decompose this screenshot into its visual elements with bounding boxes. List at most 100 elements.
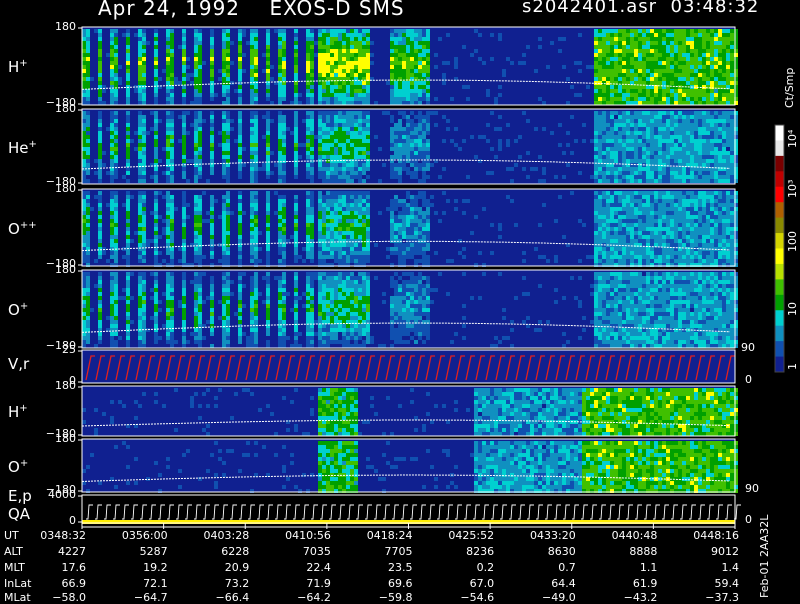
panel-7-label: E,p	[8, 489, 32, 504]
footer-cell: −58.0	[26, 592, 86, 604]
panel-3-charge: +	[20, 301, 28, 312]
panel-4-label: V,r	[8, 357, 29, 372]
panel-7-label2: QA	[8, 507, 30, 522]
panel-7-ymax: 4000	[42, 489, 76, 500]
footer-row-name-2: MLT	[4, 562, 25, 574]
panel-5-charge: +	[19, 403, 27, 414]
colorbar-tick-0: 10⁴	[786, 130, 799, 148]
panel-0-label: H+	[8, 56, 28, 75]
panel-6-heatmap	[82, 439, 738, 493]
panel-6-label: O+	[8, 456, 28, 475]
footer-cell: 72.1	[108, 578, 168, 590]
colorbar-segment	[775, 310, 784, 326]
footer-cell: −64.7	[108, 592, 168, 604]
footer-cell: 73.2	[189, 578, 249, 590]
footer-cell: 59.4	[679, 578, 739, 590]
footer-cell: 67.0	[434, 578, 494, 590]
footer-cell: 0.2	[434, 562, 494, 574]
panel-7-species: E,p	[8, 487, 32, 505]
panel-2-heatmap	[82, 189, 738, 267]
colorbar-tick-1: 10³	[786, 180, 799, 198]
footer-cell: 22.4	[271, 562, 331, 574]
footer-cell: 19.2	[108, 562, 168, 574]
panel-1-heatmap	[82, 109, 738, 184]
footer-cell: 0410:56	[271, 530, 331, 542]
footer-cell: 64.4	[516, 578, 576, 590]
footer-cell: 20.9	[189, 562, 249, 574]
panel-6-ymax: 180	[42, 433, 76, 444]
footer-cell: 1.4	[679, 562, 739, 574]
colorbar-tick-4: 1	[786, 363, 799, 370]
panel-6-charge: +	[20, 458, 28, 469]
footer-cell: 9012	[679, 546, 739, 558]
footer-cell: −59.8	[353, 592, 413, 604]
panel-4-species: V,r	[8, 355, 29, 373]
panel-5-ymax: 180	[42, 380, 76, 391]
footer-cell: −37.3	[679, 592, 739, 604]
footer-cell: −49.0	[516, 592, 576, 604]
panel-7-ymin: 0	[42, 515, 76, 526]
footer-cell: 66.9	[26, 578, 86, 590]
colorbar-segment	[775, 326, 784, 342]
colorbar-tick-2: 100	[786, 231, 799, 252]
panel-6-species: O	[8, 458, 20, 476]
spectrogram-figure	[0, 0, 800, 600]
panel-4-ymin-right: 0	[745, 374, 752, 385]
footer-cell: 61.9	[597, 578, 657, 590]
panel-0-ymax: 180	[42, 21, 76, 32]
footer-cell: −54.6	[434, 592, 494, 604]
panel-3-ymax: 180	[42, 264, 76, 275]
panel-0-species: H	[8, 58, 19, 76]
panel-5-label: H+	[8, 401, 28, 420]
footer-cell: −66.4	[189, 592, 249, 604]
panel-2-ymax: 180	[42, 183, 76, 194]
panel-4-ymax-right: 90	[741, 342, 755, 353]
footer-cell: 69.6	[353, 578, 413, 590]
footer-cell: 7035	[271, 546, 331, 558]
colorbar-segment	[775, 264, 784, 280]
footer-cell: 0425:52	[434, 530, 494, 542]
footer-row-name-0: UT	[4, 530, 19, 542]
footer-cell: 6228	[189, 546, 249, 558]
panel-7-ymin-right: 0	[745, 514, 752, 525]
footer-cell: −43.2	[597, 592, 657, 604]
footer-cell: 8888	[597, 546, 657, 558]
panel-1-ymax: 180	[42, 103, 76, 114]
panel-5-heatmap	[82, 386, 738, 436]
footer-cell: 0356:00	[108, 530, 168, 542]
footer-cell: 23.5	[353, 562, 413, 574]
panel-2-species: O	[8, 220, 20, 238]
panel-1-charge: +	[29, 139, 37, 150]
footer-cell: 0418:24	[353, 530, 413, 542]
panel-3-label: O+	[8, 299, 28, 318]
colorbar-segment	[775, 341, 784, 357]
footer-cell: 7705	[353, 546, 413, 558]
colorbar-segment	[775, 218, 784, 234]
panel-4-ymax: 25	[42, 344, 76, 355]
panel-0-heatmap	[82, 27, 738, 105]
footer-row-name-1: ALT	[4, 546, 23, 558]
panel-3-species: O	[8, 301, 20, 319]
panel-1-species: He	[8, 139, 29, 157]
panel-2-label: O++	[8, 218, 37, 237]
colorbar-unit: Ct/Smp	[783, 68, 796, 108]
panel-0-charge: +	[19, 58, 27, 69]
colorbar-segment	[775, 295, 784, 311]
colorbar-segment	[775, 156, 784, 172]
footer-cell: 8630	[516, 546, 576, 558]
colorbar-tick-3: 10	[786, 302, 799, 316]
footer-cell: 0348:32	[26, 530, 86, 542]
colorbar-segment	[775, 233, 784, 249]
panel-3-heatmap	[82, 270, 738, 348]
footer-cell: 0433:20	[516, 530, 576, 542]
colorbar-segment	[775, 187, 784, 203]
footer-cell: 71.9	[271, 578, 331, 590]
colorbar-segment	[775, 202, 784, 218]
colorbar-segment	[775, 171, 784, 187]
footer-cell: 0403:28	[189, 530, 249, 542]
colorbar-segment	[775, 125, 784, 141]
footer-cell: 0.7	[516, 562, 576, 574]
colorbar-segment	[775, 357, 784, 373]
footer-cell: 1.1	[597, 562, 657, 574]
colorbar-segment	[775, 140, 784, 156]
